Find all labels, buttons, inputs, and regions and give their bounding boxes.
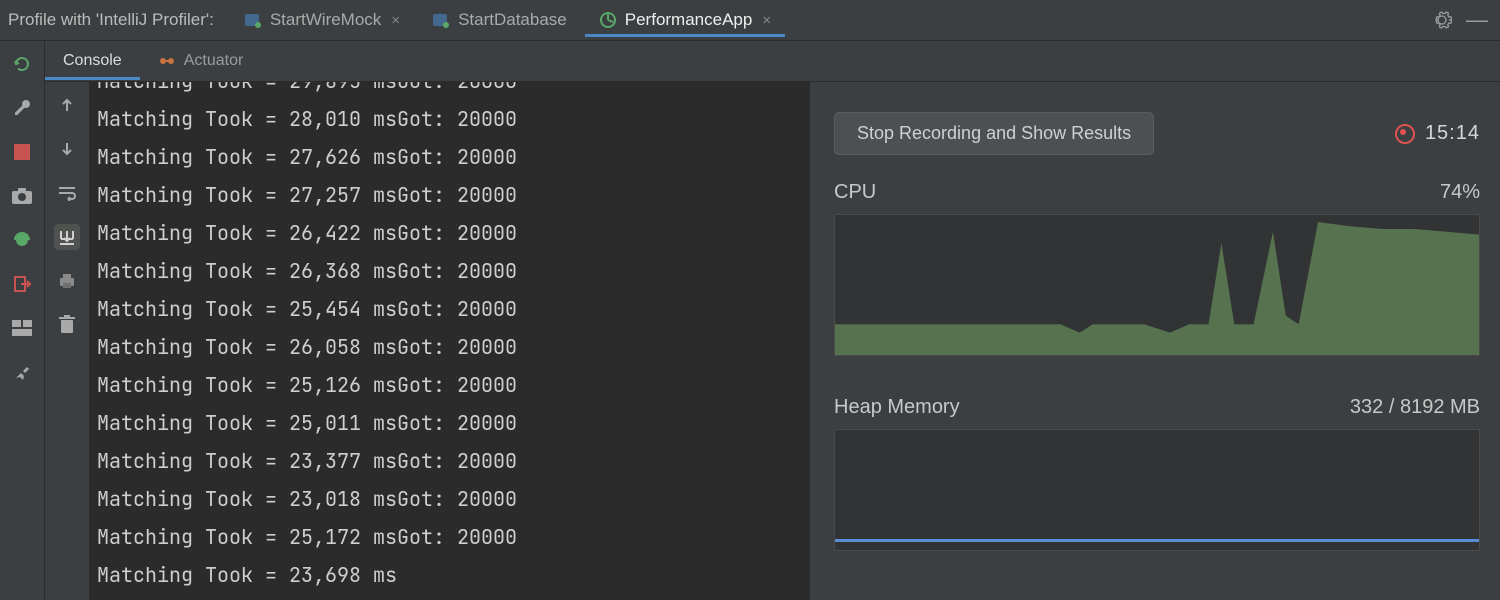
profiler-panel: Stop Recording and Show Results 15:14 CP… xyxy=(810,82,1500,600)
console-line: Matching Took = 25,454 msGot: 20000 xyxy=(97,290,809,328)
cpu-chart[interactable] xyxy=(834,214,1480,356)
hide-icon[interactable]: — xyxy=(1466,7,1486,33)
record-icon xyxy=(1395,124,1415,144)
profile-label: Profile with 'IntelliJ Profiler': xyxy=(8,10,214,30)
profiler-run-icon xyxy=(599,11,617,29)
run-tab-startdatabase[interactable]: StartDatabase xyxy=(418,4,581,36)
console-line: Matching Took = 27,257 msGot: 20000 xyxy=(97,176,809,214)
actuator-icon xyxy=(158,52,176,70)
console-line: Matching Took = 25,172 msGot: 20000 xyxy=(97,518,809,556)
tab-actuator[interactable]: Actuator xyxy=(140,44,262,79)
recording-timer: 15:14 xyxy=(1395,122,1480,145)
timer-value: 15:14 xyxy=(1425,122,1480,145)
console-line: Matching Took = 25,126 msGot: 20000 xyxy=(97,366,809,404)
heap-chart[interactable] xyxy=(834,429,1480,551)
rerun-icon[interactable] xyxy=(9,51,35,77)
print-icon[interactable] xyxy=(54,268,80,294)
cpu-label: CPU xyxy=(834,181,876,204)
console-toolbar xyxy=(45,82,89,600)
run-tab-label: StartWireMock xyxy=(270,10,381,30)
console-line: Matching Took = 27,626 msGot: 20000 xyxy=(97,138,809,176)
cpu-value: 74% xyxy=(1440,181,1480,204)
stop-icon[interactable] xyxy=(9,139,35,165)
spring-run-icon xyxy=(432,11,450,29)
tab-actuator-label: Actuator xyxy=(184,52,244,70)
run-tab-label: PerformanceApp xyxy=(625,10,753,30)
wrench-icon[interactable] xyxy=(9,95,35,121)
exit-icon[interactable] xyxy=(9,271,35,297)
scroll-up-icon[interactable] xyxy=(54,92,80,118)
console-line: Matching Took = 26,058 msGot: 20000 xyxy=(97,328,809,366)
console-line: Matching Took = 26,368 msGot: 20000 xyxy=(97,252,809,290)
tab-console[interactable]: Console xyxy=(45,44,140,79)
console-line: Matching Took = 29,895 msGot: 20000 xyxy=(97,82,809,100)
run-tab-performanceapp[interactable]: PerformanceApp × xyxy=(585,4,785,36)
heap-label: Heap Memory xyxy=(834,396,960,419)
heap-line xyxy=(835,539,1479,542)
console-line: Matching Took = 23,377 msGot: 20000 xyxy=(97,442,809,480)
console-output[interactable]: Matching Took = 29,895 msGot: 20000 Matc… xyxy=(89,82,810,600)
left-toolbar xyxy=(0,41,45,600)
console-line: Matching Took = 23,698 ms xyxy=(97,556,809,594)
scroll-to-end-icon[interactable] xyxy=(54,224,80,250)
close-icon[interactable]: × xyxy=(391,12,400,29)
layout-icon[interactable] xyxy=(9,315,35,341)
console-line: Matching Took = 25,011 msGot: 20000 xyxy=(97,404,809,442)
soft-wrap-icon[interactable] xyxy=(54,180,80,206)
run-tab-startwiremock[interactable]: StartWireMock × xyxy=(230,4,414,36)
tool-window-tabs: Console Actuator xyxy=(45,41,1500,82)
bug-rerun-icon[interactable] xyxy=(9,227,35,253)
close-icon[interactable]: × xyxy=(762,12,771,29)
console-line: Matching Took = 26,422 msGot: 20000 xyxy=(97,214,809,252)
run-tab-label: StartDatabase xyxy=(458,10,567,30)
console-line: Matching Took = 23,018 msGot: 20000 xyxy=(97,480,809,518)
camera-icon[interactable] xyxy=(9,183,35,209)
console-line: Matching Took = 28,010 msGot: 20000 xyxy=(97,100,809,138)
trash-icon[interactable] xyxy=(54,312,80,338)
heap-value: 332 / 8192 MB xyxy=(1350,396,1480,419)
pin-icon[interactable] xyxy=(9,359,35,385)
scroll-down-icon[interactable] xyxy=(54,136,80,162)
run-config-bar: Profile with 'IntelliJ Profiler': StartW… xyxy=(0,0,1500,41)
stop-recording-button[interactable]: Stop Recording and Show Results xyxy=(834,112,1154,155)
gear-icon[interactable] xyxy=(1432,10,1452,30)
spring-run-icon xyxy=(244,11,262,29)
